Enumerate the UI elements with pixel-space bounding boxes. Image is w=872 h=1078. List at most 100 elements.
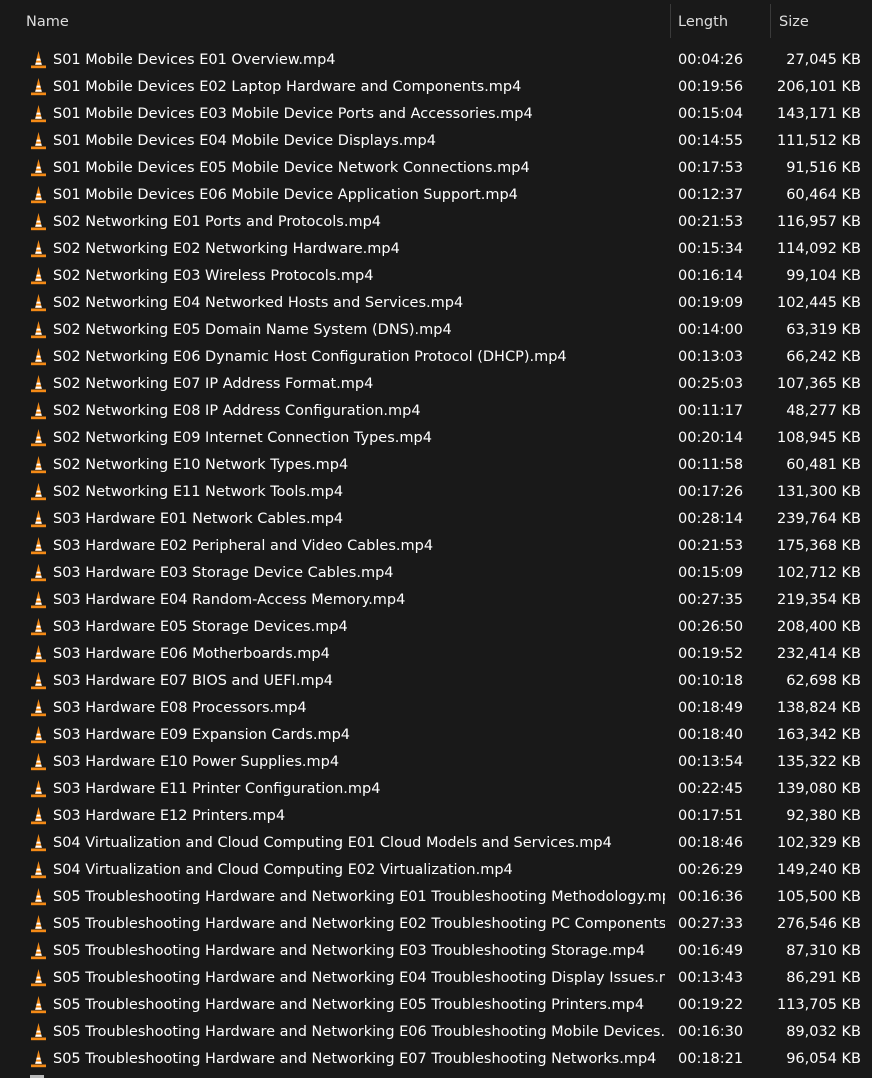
vlc-cone-icon (31, 429, 46, 447)
file-name: S02 Networking E01 Ports and Protocols.m… (53, 214, 382, 230)
file-name: S03 Hardware E03 Storage Device Cables.m… (53, 565, 394, 581)
file-row[interactable]: S04 Virtualization and Cloud Computing E… (0, 830, 872, 857)
file-row[interactable]: S05 Troubleshooting Hardware and Network… (0, 938, 872, 965)
file-row[interactable]: S03 Hardware E08 Processors.mp4 00:18:49… (0, 695, 872, 722)
file-row[interactable]: S03 Hardware E07 BIOS and UEFI.mp4 00:10… (0, 668, 872, 695)
vlc-cone-icon (31, 888, 46, 906)
file-row[interactable]: S03 Hardware E06 Motherboards.mp4 00:19:… (0, 641, 872, 668)
file-length: 00:21:53 (678, 538, 744, 554)
file-row[interactable]: S05 Troubleshooting Hardware and Network… (0, 992, 872, 1019)
column-header-length[interactable]: Length (678, 0, 768, 44)
vlc-cone-icon (31, 240, 46, 258)
file-row[interactable]: S01 Mobile Devices E04 Mobile Device Dis… (0, 128, 872, 155)
file-name: S03 Hardware E01 Network Cables.mp4 (53, 511, 344, 527)
file-row[interactable]: S02 Networking E01 Ports and Protocols.m… (0, 209, 872, 236)
file-size: 107,365 KB (776, 376, 861, 392)
file-row[interactable]: S02 Networking E09 Internet Connection T… (0, 425, 872, 452)
file-length: 00:18:40 (678, 727, 744, 743)
file-name: S03 Hardware E09 Expansion Cards.mp4 (53, 727, 351, 743)
file-size: 91,516 KB (786, 160, 861, 176)
file-length: 00:15:04 (678, 106, 744, 122)
file-list-view: Name Length Size S01 Mobile Devices E01 … (0, 0, 872, 1078)
file-name: S03 Hardware E10 Power Supplies.mp4 (53, 754, 340, 770)
file-row[interactable]: S03 Hardware E04 Random-Access Memory.mp… (0, 587, 872, 614)
file-row[interactable]: S03 Hardware E10 Power Supplies.mp4 00:1… (0, 749, 872, 776)
file-row[interactable]: S02 Networking E04 Networked Hosts and S… (0, 290, 872, 317)
file-row[interactable]: S02 Networking E10 Network Types.mp4 00:… (0, 452, 872, 479)
file-name: S03 Hardware E11 Printer Configuration.m… (53, 781, 381, 797)
file-length: 00:27:33 (678, 916, 744, 932)
file-length: 00:17:26 (678, 484, 744, 500)
file-row[interactable]: S03 Hardware E01 Network Cables.mp4 00:2… (0, 506, 872, 533)
file-length: 00:12:37 (678, 187, 744, 203)
file-size: 108,945 KB (776, 430, 861, 446)
file-row[interactable]: S02 Networking E08 IP Address Configurat… (0, 398, 872, 425)
file-row[interactable]: S05 Troubleshooting Hardware and Network… (0, 1046, 872, 1073)
file-row[interactable]: S02 Networking E11 Network Tools.mp4 00:… (0, 479, 872, 506)
file-size: 175,368 KB (776, 538, 861, 554)
file-name: S04 Virtualization and Cloud Computing E… (53, 862, 513, 878)
file-size: 86,291 KB (786, 970, 861, 986)
file-name: S01 Mobile Devices E01 Overview.mp4 (53, 52, 336, 68)
vlc-cone-icon (31, 321, 46, 339)
file-length: 00:19:52 (678, 646, 744, 662)
file-row[interactable]: S01 Mobile Devices E03 Mobile Device Por… (0, 101, 872, 128)
file-length: 00:16:14 (678, 268, 744, 284)
file-row[interactable]: S02 Networking E06 Dynamic Host Configur… (0, 344, 872, 371)
file-name: S02 Networking E06 Dynamic Host Configur… (53, 349, 567, 365)
file-name: S05 Troubleshooting Hardware and Network… (53, 1024, 665, 1040)
file-row[interactable]: S03 Hardware E05 Storage Devices.mp4 00:… (0, 614, 872, 641)
file-row[interactable]: S03 Hardware E09 Expansion Cards.mp4 00:… (0, 722, 872, 749)
file-row[interactable]: S05 Troubleshooting Hardware and Network… (0, 1019, 872, 1046)
column-divider-length-size[interactable] (770, 4, 771, 38)
file-row[interactable]: S01 Mobile Devices E02 Laptop Hardware a… (0, 74, 872, 101)
file-length: 00:26:50 (678, 619, 744, 635)
file-row[interactable]: S03 Hardware E11 Printer Configuration.m… (0, 776, 872, 803)
file-row[interactable]: S02 Networking E03 Wireless Protocols.mp… (0, 263, 872, 290)
vlc-cone-icon (31, 537, 46, 555)
vlc-cone-icon (31, 267, 46, 285)
vlc-cone-icon (31, 591, 46, 609)
file-name: S05 Troubleshooting Hardware and Network… (53, 943, 646, 959)
file-length: 00:13:03 (678, 349, 744, 365)
file-name: S05 Troubleshooting Hardware and Network… (53, 997, 645, 1013)
vlc-cone-icon (31, 159, 46, 177)
file-row[interactable]: S02 Networking E05 Domain Name System (D… (0, 317, 872, 344)
file-name: S05 Troubleshooting Hardware and Network… (53, 916, 665, 932)
file-length: 00:21:53 (678, 214, 744, 230)
file-row[interactable]: S02 Networking E02 Networking Hardware.m… (0, 236, 872, 263)
vlc-cone-icon (31, 699, 46, 717)
vlc-cone-icon (31, 726, 46, 744)
vlc-cone-icon (31, 132, 46, 150)
file-row[interactable]: S05 Troubleshooting Hardware and Network… (0, 965, 872, 992)
file-length: 00:11:17 (678, 403, 744, 419)
file-length: 00:16:30 (678, 1024, 744, 1040)
file-row[interactable]: S05 Troubleshooting Hardware and Network… (0, 911, 872, 938)
vlc-cone-icon (31, 348, 46, 366)
file-size: 116,957 KB (776, 214, 861, 230)
file-row[interactable]: S04 Virtualization and Cloud Computing E… (0, 857, 872, 884)
file-length: 00:18:49 (678, 700, 744, 716)
column-divider-name-length[interactable] (670, 4, 671, 38)
file-row[interactable]: S02 Networking E07 IP Address Format.mp4… (0, 371, 872, 398)
file-length: 00:26:29 (678, 862, 744, 878)
file-length: 00:20:14 (678, 430, 744, 446)
column-header-name[interactable]: Name (26, 0, 666, 44)
file-size: 63,319 KB (786, 322, 861, 338)
column-header-size[interactable]: Size (779, 0, 869, 44)
file-row[interactable]: S03 Hardware E02 Peripheral and Video Ca… (0, 533, 872, 560)
file-length: 00:18:21 (678, 1051, 744, 1067)
file-row[interactable]: S03 Hardware E12 Printers.mp4 00:17:51 9… (0, 803, 872, 830)
file-name: S02 Networking E07 IP Address Format.mp4 (53, 376, 374, 392)
file-row[interactable]: S03 Hardware E03 Storage Device Cables.m… (0, 560, 872, 587)
file-size: 87,310 KB (786, 943, 861, 959)
file-length: 00:15:34 (678, 241, 744, 257)
file-row[interactable]: S01 Mobile Devices E01 Overview.mp4 00:0… (0, 47, 872, 74)
file-size: 163,342 KB (776, 727, 861, 743)
file-row[interactable]: S01 Mobile Devices E05 Mobile Device Net… (0, 155, 872, 182)
file-row[interactable]: S01 Mobile Devices E06 Mobile Device App… (0, 182, 872, 209)
file-name: S03 Hardware E08 Processors.mp4 (53, 700, 307, 716)
file-row[interactable]: S05 Troubleshooting Hardware and Network… (0, 884, 872, 911)
file-size: 239,764 KB (776, 511, 861, 527)
file-length: 00:19:22 (678, 997, 744, 1013)
